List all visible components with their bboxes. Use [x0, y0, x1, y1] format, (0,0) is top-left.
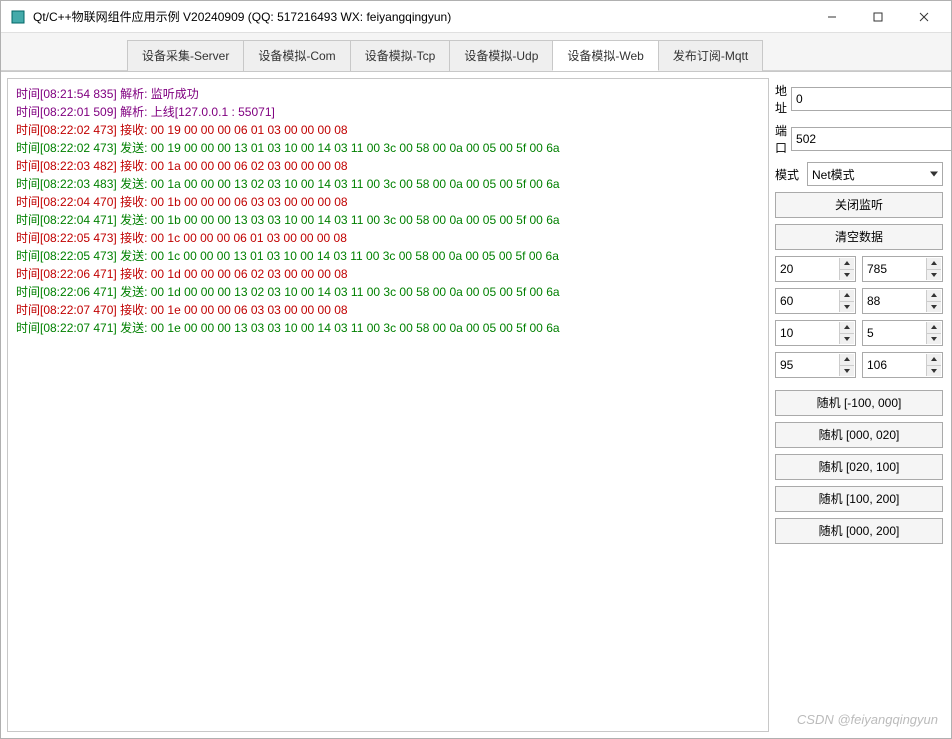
- content-area: 时间[08:21:54 835] 解析: 监听成功时间[08:22:01 509…: [1, 71, 951, 738]
- spin-buttons: [839, 290, 854, 312]
- addr-label: 地址: [775, 82, 787, 116]
- log-line: 时间[08:22:04 470] 接收: 00 1b 00 00 00 06 0…: [16, 193, 760, 211]
- spin-2-a[interactable]: 10: [775, 320, 856, 346]
- spin-up-button[interactable]: [839, 258, 854, 270]
- spin-value: 88: [867, 294, 924, 308]
- random-button-3[interactable]: 随机 [100, 200]: [775, 486, 943, 512]
- spin-buttons: [926, 322, 941, 344]
- random-button-group: 随机 [-100, 000] 随机 [000, 020] 随机 [020, 100]…: [775, 390, 943, 550]
- spin-row-2: 10 5: [775, 320, 943, 346]
- spin-buttons: [926, 290, 941, 312]
- mode-select[interactable]: Net模式: [807, 162, 943, 186]
- app-window: Qt/C++物联网组件应用示例 V20240909 (QQ: 517216493…: [0, 0, 952, 739]
- log-line: 时间[08:22:07 471] 发送: 00 1e 00 00 00 13 0…: [16, 319, 760, 337]
- port-input[interactable]: [791, 127, 951, 151]
- log-line: 时间[08:22:03 483] 发送: 00 1a 00 00 00 13 0…: [16, 175, 760, 193]
- spin-value: 95: [780, 358, 837, 372]
- spin-row-3: 95 106: [775, 352, 943, 378]
- random-button-0[interactable]: 随机 [-100, 000]: [775, 390, 943, 416]
- log-line: 时间[08:22:01 509] 解析: 上线[127.0.0.1 : 5507…: [16, 103, 760, 121]
- spin-1-a[interactable]: 60: [775, 288, 856, 314]
- log-panel[interactable]: 时间[08:21:54 835] 解析: 监听成功时间[08:22:01 509…: [7, 78, 769, 732]
- spin-value: 20: [780, 262, 837, 276]
- tab-2[interactable]: 设备模拟-Tcp: [350, 40, 451, 71]
- log-line: 时间[08:22:06 471] 接收: 00 1d 00 00 00 06 0…: [16, 265, 760, 283]
- spin-group: 20 785 60 88 10 5 95 106: [775, 256, 943, 384]
- log-line: 时间[08:22:07 470] 接收: 00 1e 00 00 00 06 0…: [16, 301, 760, 319]
- log-line: 时间[08:22:04 471] 发送: 00 1b 00 00 00 13 0…: [16, 211, 760, 229]
- tab-0[interactable]: 设备采集-Server: [127, 40, 244, 71]
- random-button-1[interactable]: 随机 [000, 020]: [775, 422, 943, 448]
- log-line: 时间[08:22:05 473] 接收: 00 1c 00 00 00 06 0…: [16, 229, 760, 247]
- spin-down-button[interactable]: [926, 270, 941, 281]
- log-line: 时间[08:22:05 473] 发送: 00 1c 00 00 00 13 0…: [16, 247, 760, 265]
- stop-listen-button[interactable]: 关闭监听: [775, 192, 943, 218]
- log-line: 时间[08:22:03 482] 接收: 00 1a 00 00 00 06 0…: [16, 157, 760, 175]
- clear-data-button[interactable]: 清空数据: [775, 224, 943, 250]
- close-button[interactable]: [901, 2, 947, 32]
- spin-value: 5: [867, 326, 924, 340]
- spin-2-b[interactable]: 5: [862, 320, 943, 346]
- spin-up-button[interactable]: [839, 354, 854, 366]
- spin-up-button[interactable]: [926, 354, 941, 366]
- spin-up-button[interactable]: [926, 258, 941, 270]
- spin-3-a[interactable]: 95: [775, 352, 856, 378]
- spin-down-button[interactable]: [839, 270, 854, 281]
- window-controls: [809, 2, 947, 32]
- log-line: 时间[08:22:02 473] 接收: 00 19 00 00 00 06 0…: [16, 121, 760, 139]
- spin-buttons: [839, 258, 854, 280]
- spin-down-button[interactable]: [926, 302, 941, 313]
- spin-down-button[interactable]: [839, 302, 854, 313]
- spin-value: 785: [867, 262, 924, 276]
- mode-label: 模式: [775, 166, 803, 183]
- maximize-button[interactable]: [855, 2, 901, 32]
- spin-down-button[interactable]: [926, 334, 941, 345]
- log-line: 时间[08:21:54 835] 解析: 监听成功: [16, 85, 760, 103]
- app-icon: [11, 10, 25, 24]
- spin-row-0: 20 785: [775, 256, 943, 282]
- spin-up-button[interactable]: [926, 322, 941, 334]
- port-label: 端口: [775, 122, 787, 156]
- random-button-4[interactable]: 随机 [000, 200]: [775, 518, 943, 544]
- random-button-2[interactable]: 随机 [020, 100]: [775, 454, 943, 480]
- spin-0-a[interactable]: 20: [775, 256, 856, 282]
- tab-3[interactable]: 设备模拟-Udp: [449, 40, 553, 71]
- spin-up-button[interactable]: [926, 290, 941, 302]
- mode-select-value: Net模式: [812, 166, 855, 183]
- spin-buttons: [839, 354, 854, 376]
- spin-down-button[interactable]: [926, 366, 941, 377]
- log-line: 时间[08:22:06 471] 发送: 00 1d 00 00 00 13 0…: [16, 283, 760, 301]
- spin-down-button[interactable]: [839, 366, 854, 377]
- spin-down-button[interactable]: [839, 334, 854, 345]
- spin-value: 106: [867, 358, 924, 372]
- tab-1[interactable]: 设备模拟-Com: [243, 40, 350, 71]
- spin-up-button[interactable]: [839, 322, 854, 334]
- titlebar: Qt/C++物联网组件应用示例 V20240909 (QQ: 517216493…: [1, 1, 951, 33]
- side-panel: 地址 端口 模式 Net模式 关闭监听 清空数据 20 785 60 88 10 5 95 1…: [773, 78, 945, 732]
- spin-buttons: [839, 322, 854, 344]
- spin-buttons: [926, 258, 941, 280]
- spin-row-1: 60 88: [775, 288, 943, 314]
- log-line: 时间[08:22:02 473] 发送: 00 19 00 00 00 13 0…: [16, 139, 760, 157]
- minimize-button[interactable]: [809, 2, 855, 32]
- window-title: Qt/C++物联网组件应用示例 V20240909 (QQ: 517216493…: [33, 8, 809, 25]
- chevron-down-icon: [930, 172, 938, 177]
- spin-buttons: [926, 354, 941, 376]
- spin-3-b[interactable]: 106: [862, 352, 943, 378]
- addr-input[interactable]: [791, 87, 951, 111]
- tab-bar: 设备采集-Server设备模拟-Com设备模拟-Tcp设备模拟-Udp设备模拟-…: [127, 39, 945, 70]
- tab-5[interactable]: 发布订阅-Mqtt: [658, 40, 763, 71]
- spin-1-b[interactable]: 88: [862, 288, 943, 314]
- spin-up-button[interactable]: [839, 290, 854, 302]
- tab-bar-area: 设备采集-Server设备模拟-Com设备模拟-Tcp设备模拟-Udp设备模拟-…: [1, 33, 951, 71]
- tab-4[interactable]: 设备模拟-Web: [552, 40, 658, 71]
- spin-value: 10: [780, 326, 837, 340]
- spin-0-b[interactable]: 785: [862, 256, 943, 282]
- spin-value: 60: [780, 294, 837, 308]
